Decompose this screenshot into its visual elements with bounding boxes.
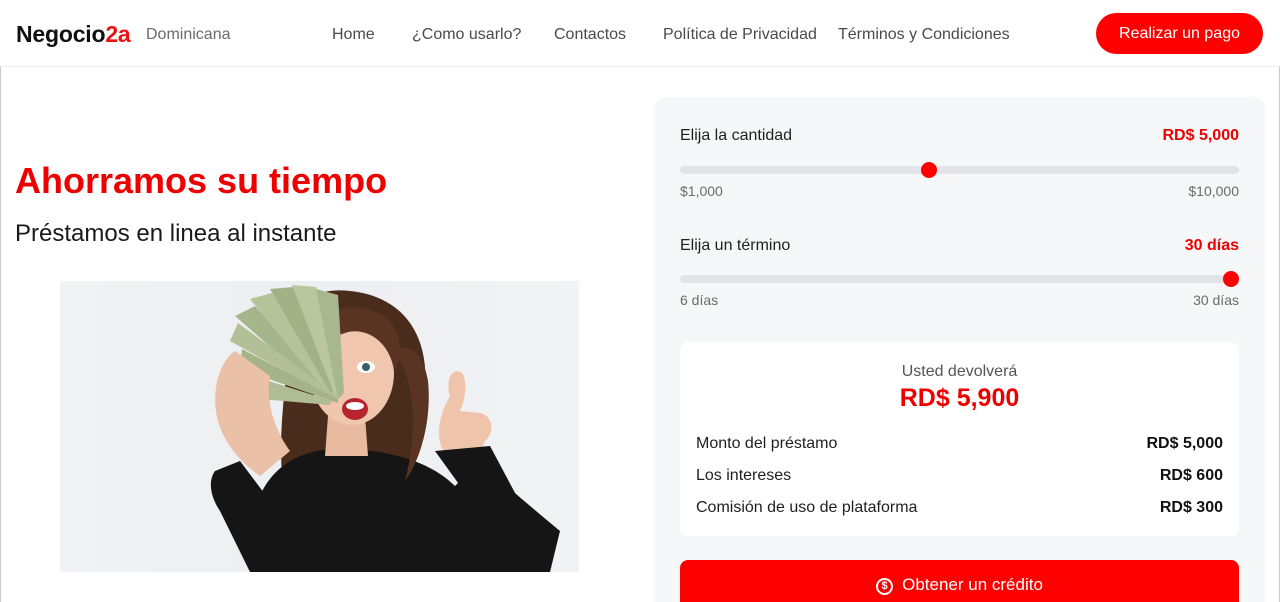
hero-subtitle: Préstamos en linea al instante bbox=[15, 220, 337, 247]
loan-amount-value: RD$ 5,000 bbox=[1146, 435, 1224, 452]
nav-terms-conditions[interactable]: Términos y Condiciones bbox=[838, 26, 1010, 44]
hero-photo-woman-with-cash bbox=[60, 281, 579, 572]
woman-holding-money-illustration bbox=[210, 285, 560, 572]
repayment-caption: Usted devolverá bbox=[901, 363, 1018, 380]
nav-home[interactable]: Home bbox=[332, 26, 375, 44]
hero-title: Ahorramos su tiempo bbox=[15, 160, 388, 201]
amount-slider[interactable] bbox=[680, 162, 1239, 178]
term-slider[interactable] bbox=[680, 271, 1239, 287]
brand-logo[interactable]: Negocio2a bbox=[16, 21, 131, 48]
interest-value: RD$ 600 bbox=[1159, 467, 1223, 484]
interest-label: Los intereses bbox=[696, 467, 792, 484]
term-min-label: 6 días bbox=[680, 292, 719, 308]
nav-how-to-use[interactable]: ¿Como usarlo? bbox=[412, 26, 521, 44]
amount-max-label: $10,000 bbox=[1188, 183, 1239, 199]
nav-contacts[interactable]: Contactos bbox=[554, 26, 626, 44]
amount-min-label: $1,000 bbox=[680, 183, 723, 199]
amount-label: Elija la cantidad bbox=[680, 127, 793, 144]
dollar-circle-icon: $ bbox=[876, 578, 894, 595]
make-payment-button[interactable]: Realizar un pago bbox=[1096, 13, 1263, 54]
repayment-total: RD$ 5,900 bbox=[899, 384, 1020, 412]
logo-accent: 2a bbox=[105, 21, 131, 47]
logo-text: Negocio bbox=[16, 21, 106, 47]
term-slider-thumb[interactable] bbox=[1223, 271, 1239, 287]
term-label: Elija un término bbox=[680, 237, 791, 254]
get-credit-button[interactable]: $ Obtener un crédito bbox=[680, 560, 1239, 602]
logo-subtitle: Dominicana bbox=[146, 26, 231, 43]
amount-value: RD$ 5,000 bbox=[1162, 127, 1240, 144]
amount-slider-thumb[interactable] bbox=[921, 162, 937, 178]
repayment-summary: Usted devolverá RD$ 5,900 Monto del prés… bbox=[680, 342, 1239, 536]
term-value: 30 días bbox=[1184, 237, 1239, 254]
top-navbar: Negocio2a Dominicana Home ¿Como usarlo? … bbox=[0, 0, 1280, 67]
nav-privacy-policy[interactable]: Política de Privacidad bbox=[663, 26, 817, 44]
get-credit-label: Obtener un crédito bbox=[902, 575, 1043, 594]
loan-amount-label: Monto del préstamo bbox=[696, 435, 838, 452]
platform-fee-value: RD$ 300 bbox=[1159, 499, 1223, 516]
get-credit-button-content: $ Obtener un crédito bbox=[680, 575, 1239, 595]
term-max-label: 30 días bbox=[1193, 292, 1239, 308]
platform-fee-label: Comisión de uso de plataforma bbox=[696, 499, 918, 516]
